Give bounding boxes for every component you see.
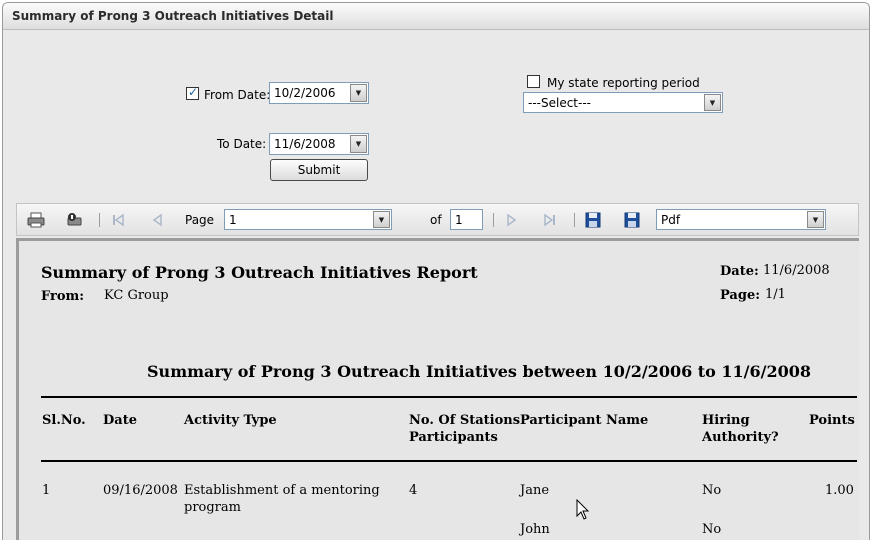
row-date: 09/16/2008 [103,483,178,498]
table-top-rule [41,396,857,398]
checkmark-icon: ✓ [188,85,199,99]
from-date-dropdown-icon[interactable]: ▼ [350,84,367,102]
chevron-down-icon[interactable]: ▼ [373,211,390,228]
from-date-field[interactable]: 10/2/2006 ▼ [269,82,369,104]
to-date-field[interactable]: 11/6/2008 ▼ [269,133,369,155]
report-viewer[interactable]: Summary of Prong 3 Outreach Initiatives … [16,238,859,540]
previous-page-icon[interactable] [148,212,166,228]
toolbar-separator [574,213,575,227]
report-date-label: Date: [720,264,759,279]
page-select-value: 1 [229,213,237,227]
toolbar-separator [493,213,494,227]
next-page-icon[interactable] [503,212,521,228]
from-date-checkbox[interactable]: ✓ [186,85,199,100]
row-hiring-1: No [702,483,722,498]
table-header-rule [41,460,857,462]
report-window: Summary of Prong 3 Outreach Initiatives … [2,2,870,540]
export-format-select[interactable]: Pdf ▼ [656,209,826,230]
to-date-value: 11/6/2008 [274,137,336,151]
row-activity-cont: program [184,500,241,515]
col-header-activity: Activity Type [184,413,277,428]
state-period-select[interactable]: ---Select--- ▼ [523,92,723,113]
chevron-down-icon[interactable]: ▼ [807,211,824,228]
col-header-participants: Participants [409,430,498,445]
col-header-participant-name: Participant Name [520,413,649,428]
page-select[interactable]: 1 ▼ [224,209,392,230]
to-date-dropdown-icon[interactable]: ▼ [350,135,367,153]
last-page-icon[interactable] [541,212,559,228]
to-date-label: To Date: [217,137,267,151]
report-from-value: KC Group [104,288,169,303]
total-pages-value: 1 [455,213,463,227]
chevron-down-icon[interactable]: ▼ [704,94,721,111]
col-header-points: Points [809,413,855,428]
of-label: of [430,213,442,227]
report-page-value: 1/1 [765,287,786,302]
report-toolbar: Page 1 ▼ of 1 Pdf ▼ [16,203,859,236]
row-activity: Establishment of a mentoring [184,483,380,498]
report-title: Summary of Prong 3 Outreach Initiatives … [41,263,478,282]
col-header-date: Date [103,413,137,428]
col-header-authority: Authority? [702,430,779,445]
report-from-label: From: [41,289,85,304]
from-date-value: 10/2/2006 [274,86,336,100]
col-header-slno: Sl.No. [42,413,86,428]
export-icon[interactable] [623,212,641,228]
toolbar-separator [99,213,100,227]
state-period-select-value: ---Select--- [528,96,591,110]
mouse-cursor-icon [576,499,590,520]
row-stations: 4 [409,483,418,498]
report-subtitle: Summary of Prong 3 Outreach Initiatives … [147,362,812,381]
state-period-checkbox[interactable] [527,75,540,88]
row-points: 1.00 [825,483,854,498]
row-slno: 1 [42,483,51,498]
row-participant-1: Jane [520,483,550,498]
col-header-stations: No. Of Stations [409,413,521,428]
page-label: Page [185,213,215,227]
row-hiring-2: No [702,522,722,537]
window-title: Summary of Prong 3 Outreach Initiatives … [3,3,869,30]
export-format-value: Pdf [661,213,681,227]
from-date-label: From Date: [204,88,271,102]
col-header-hiring: Hiring [702,413,750,428]
first-page-icon[interactable] [109,212,127,228]
row-participant-2: John [520,522,550,537]
print-setup-icon[interactable] [65,212,83,228]
report-date-value: 11/6/2008 [763,263,830,278]
save-icon[interactable] [584,212,602,228]
submit-button[interactable]: Submit [270,159,368,181]
total-pages-field: 1 [450,209,483,230]
state-period-label: My state reporting period [547,76,700,90]
print-icon[interactable] [27,212,45,228]
report-page-label: Page: [720,288,761,303]
